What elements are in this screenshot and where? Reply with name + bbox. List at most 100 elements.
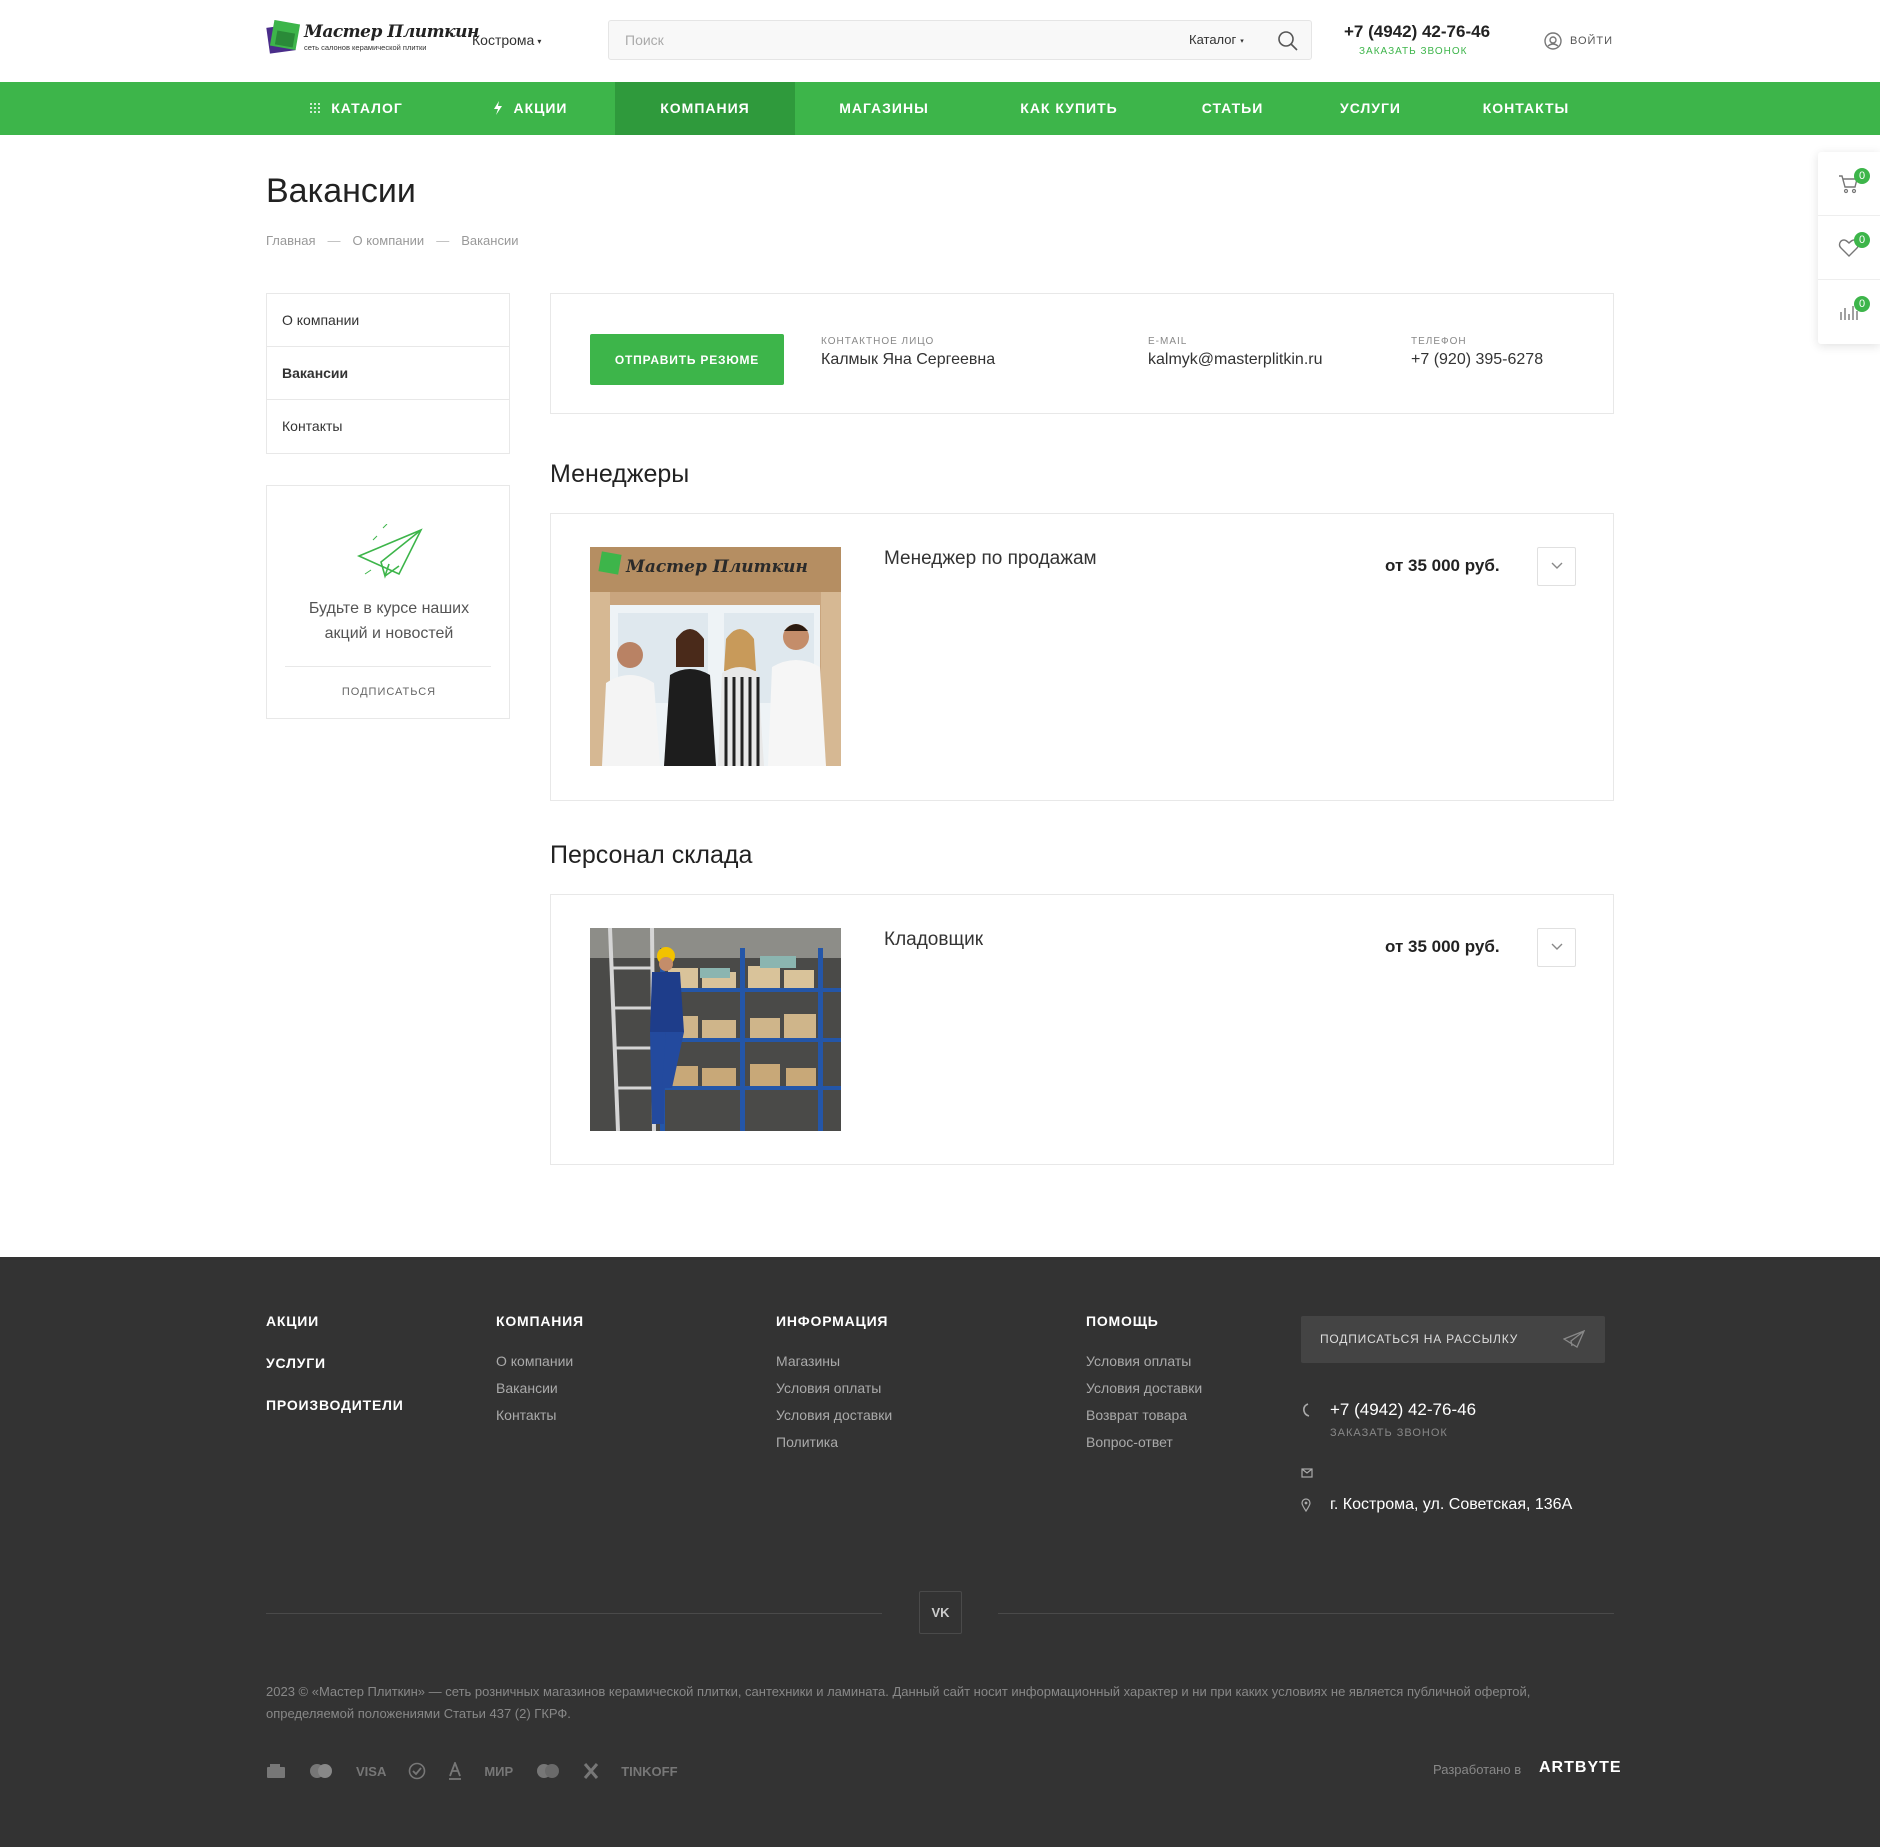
footer-callback-link[interactable]: ЗАКАЗАТЬ ЗВОНОК [1330,1427,1448,1439]
footer-subscribe-button[interactable]: ПОДПИСАТЬСЯ НА РАССЫЛКУ [1301,1316,1605,1363]
breadcrumb-separator: — [327,233,341,248]
tinkoff-icon: TINKOFF [621,1763,678,1779]
breadcrumb: Главная — О компании — Вакансии [266,233,519,248]
header: Мастер Плиткин сеть салонов керамической… [0,0,1880,82]
nav-item-services[interactable]: УСЛУГИ [1300,82,1441,135]
sbp-check-icon [408,1762,426,1780]
search-icon[interactable] [1277,30,1299,52]
vacancy-card: Кладовщик от 35 000 руб. [550,894,1614,1165]
maestro-icon [535,1763,561,1779]
breadcrumb-home[interactable]: Главная [266,233,315,248]
subscribe-link[interactable]: ПОДПИСАТЬСЯ [267,686,511,698]
footer-heading[interactable]: КОМПАНИЯ [496,1313,584,1329]
header-callback-link[interactable]: ЗАКАЗАТЬ ЗВОНОК [1359,46,1514,57]
login-button[interactable]: ВОЙТИ [1544,32,1613,50]
send-resume-button[interactable]: ОТПРАВИТЬ РЕЗЮМЕ [590,334,784,385]
vacancy-card: Мастер Плиткин Менеджер по продажам от 3… [550,513,1614,801]
vacancy-contact-bar: ОТПРАВИТЬ РЕЗЮМЕ КОНТАКТНОЕ ЛИЦО Калмык … [550,293,1614,414]
favorites-button[interactable]: 0 [1818,216,1880,280]
nav-item-promotions[interactable]: АКЦИИ [446,82,615,135]
left-menu: О компании Вакансии Контакты [266,293,510,454]
vacancy-image-warehouse [590,928,841,1131]
footer-link[interactable]: Политика [776,1434,892,1450]
expand-vacancy-button[interactable] [1537,547,1576,586]
header-phone[interactable]: +7 (4942) 42-76-46 [1344,22,1514,42]
lightning-icon [494,100,503,115]
left-menu-item-about[interactable]: О компании [267,294,509,347]
footer-link[interactable]: Условия оплаты [1086,1353,1202,1369]
phone-icon [1303,1403,1310,1417]
footer-link-manufacturers[interactable]: ПРОИЗВОДИТЕЛИ [266,1397,404,1413]
breadcrumb-about[interactable]: О компании [352,233,424,248]
search-input[interactable] [625,21,1165,59]
footer-link[interactable]: О компании [496,1353,584,1369]
contact-phone-value[interactable]: +7 (920) 395-6278 [1411,351,1543,369]
city-selector[interactable]: Кострома ▾ [472,32,541,48]
left-menu-item-contacts[interactable]: Контакты [267,400,509,453]
login-label: ВОЙТИ [1570,35,1614,47]
cart-count-badge: 0 [1854,168,1870,184]
contact-phone-field: ТЕЛЕФОН +7 (920) 395-6278 [1411,336,1543,369]
divider [285,666,491,667]
footer-heading[interactable]: ПОМОЩЬ [1086,1313,1202,1329]
paper-plane-icon [356,524,423,579]
nav-item-articles[interactable]: СТАТЬИ [1165,82,1300,135]
expand-vacancy-button[interactable] [1537,928,1576,967]
footer-link-promotions[interactable]: АКЦИИ [266,1313,404,1329]
compare-button[interactable]: 0 [1818,280,1880,344]
footer-link[interactable]: Вопрос-ответ [1086,1434,1202,1450]
vacancy-title[interactable]: Менеджер по продажам [884,548,1097,570]
nav-item-contacts[interactable]: КОНТАКТЫ [1441,82,1611,135]
footer-link[interactable]: Вакансии [496,1380,584,1396]
breadcrumb-current: Вакансии [461,233,519,248]
page-title: Вакансии [266,172,416,210]
developed-by-label: Разработано в [1433,1762,1522,1777]
mir-icon: МИР [484,1763,514,1779]
mail-icon [1301,1468,1313,1478]
visa-icon: VISA [356,1763,387,1779]
footer-phone[interactable]: +7 (4942) 42-76-46 [1330,1400,1476,1420]
nav-item-how-to-buy[interactable]: КАК КУПИТЬ [973,82,1165,135]
footer-link[interactable]: Условия оплаты [776,1380,892,1396]
paper-plane-icon [1563,1329,1585,1348]
footer-col-main: АКЦИИ УСЛУГИ ПРОИЗВОДИТЕЛИ [266,1313,404,1439]
search-category-label: Каталог [1189,32,1237,47]
footer-link-services[interactable]: УСЛУГИ [266,1355,404,1371]
location-pin-icon [1301,1498,1311,1512]
footer-link[interactable]: Условия доставки [776,1407,892,1423]
footer-link[interactable]: Условия доставки [1086,1380,1202,1396]
contact-email-field: E-MAIL kalmyk@masterplitkin.ru [1148,336,1323,369]
nav-item-catalog[interactable]: КАТАЛОГ [266,82,446,135]
footer-link[interactable]: Магазины [776,1353,892,1369]
nav-item-stores[interactable]: МАГАЗИНЫ [795,82,973,135]
vacancy-title[interactable]: Кладовщик [884,929,983,951]
search-bar: Каталог▾ [608,20,1312,60]
contact-email-value[interactable]: kalmyk@masterplitkin.ru [1148,351,1323,369]
subscribe-box: Будьте в курсе наших акций и новостей ПО… [266,485,510,719]
footer-col-help: ПОМОЩЬ Условия оплаты Условия доставки В… [1086,1313,1202,1461]
contact-person-field: КОНТАКТНОЕ ЛИЦО Калмык Яна Сергеевна [821,336,995,369]
nav-label: КАТАЛОГ [331,100,403,116]
footer-address: г. Кострома, ул. Советская, 136А [1330,1496,1573,1513]
developer-logo[interactable]: ARTBYTE [1539,1759,1622,1777]
footer-link[interactable]: Возврат товара [1086,1407,1202,1423]
logo-subtitle: сеть салонов керамической плитки [304,43,427,52]
cart-button[interactable]: 0 [1818,152,1880,216]
search-category-dropdown[interactable]: Каталог ▾ [1189,32,1244,47]
payment-methods: VISA МИР TINKOFF [266,1762,700,1780]
mastercard-icon [308,1763,334,1779]
user-icon [1544,32,1562,50]
logo[interactable]: Мастер Плиткин сеть салонов керамической… [266,18,479,60]
left-menu-item-vacancies[interactable]: Вакансии [267,347,509,400]
footer-col-info: ИНФОРМАЦИЯ Магазины Условия оплаты Услов… [776,1313,892,1461]
city-label: Кострома [472,32,535,48]
vk-social-button[interactable]: VK [919,1591,962,1634]
footer-col-company: КОМПАНИЯ О компании Вакансии Контакты [496,1313,584,1434]
nav-item-company[interactable]: КОМПАНИЯ [615,82,795,135]
footer-link[interactable]: Контакты [496,1407,584,1423]
warehouse-photo-image [590,928,841,1131]
footer-heading[interactable]: ИНФОРМАЦИЯ [776,1313,892,1329]
logo-title: Мастер Плиткин [304,22,479,42]
contact-person-value: Калмык Яна Сергеевна [821,351,996,368]
subscribe-text: Будьте в курсе наших акций и новостей [308,600,470,642]
